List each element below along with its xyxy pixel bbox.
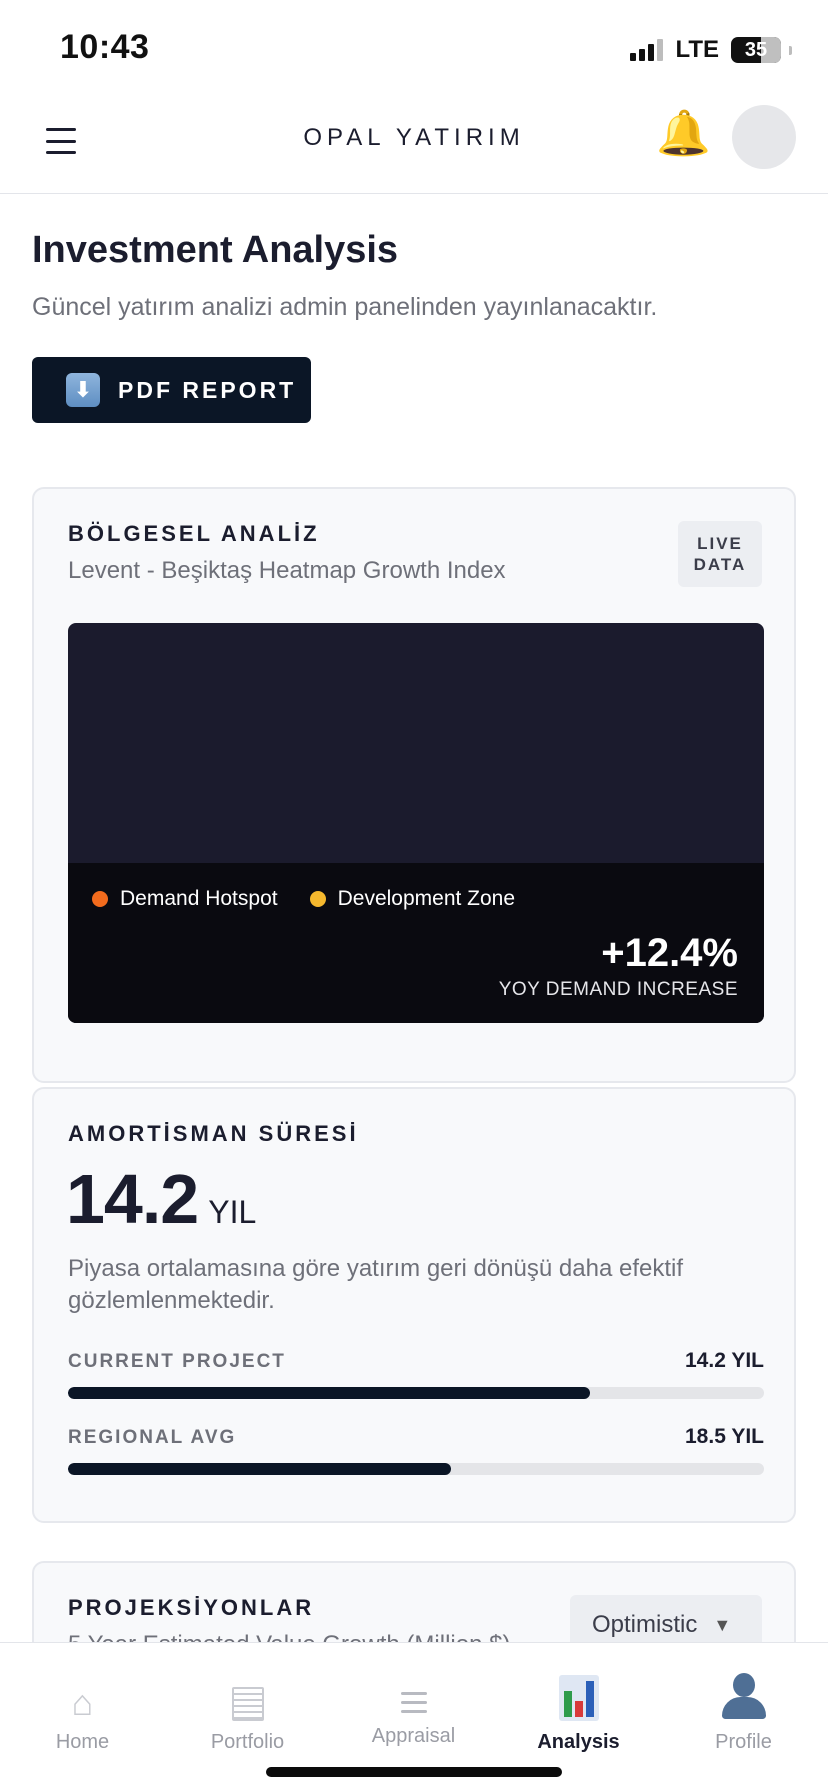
regional-analysis-card: BÖLGESEL ANALİZ Levent - Beşiktaş Heatma…	[32, 487, 796, 1083]
bar-track	[68, 1387, 764, 1399]
bar-label: REGIONAL AVG	[68, 1427, 237, 1448]
badge-line: LIVE	[697, 534, 743, 553]
amortization-value: 14.2 YIL	[66, 1159, 256, 1239]
scenario-select[interactable]: Optimistic ▼	[570, 1595, 762, 1642]
download-icon: ⬇	[66, 373, 100, 407]
pdf-report-button[interactable]: ⬇ PDF REPORT	[32, 357, 311, 423]
legend-label: Demand Hotspot	[120, 887, 278, 910]
bar-value: 14.2 YIL	[685, 1349, 764, 1372]
live-data-badge: LIVE DATA	[678, 521, 762, 587]
badge-line: DATA	[693, 555, 747, 574]
card-subtitle: 5 Year Estimated Value Growth (Million $…	[68, 1631, 510, 1642]
amortization-description: Piyasa ortalamasına göre yatırım geri dö…	[68, 1255, 683, 1314]
portfolio-icon	[231, 1673, 264, 1721]
bar-fill	[68, 1387, 590, 1399]
nav-label: Analysis	[537, 1731, 620, 1753]
appraisal-icon	[400, 1673, 427, 1721]
bar-chart-icon	[558, 1673, 599, 1721]
yoy-stat-value: +12.4%	[601, 931, 738, 975]
network-label: LTE	[675, 36, 719, 63]
heatmap-legend: Demand Hotspot Development Zone	[92, 887, 547, 911]
nav-label: Portfolio	[210, 1731, 285, 1753]
card-eyebrow: BÖLGESEL ANALİZ	[68, 521, 320, 546]
card-eyebrow: PROJEKSİYONLAR	[68, 1595, 315, 1620]
app-header: OPAL YATIRIM 🔔	[0, 96, 828, 194]
amortization-card: AMORTİSMAN SÜRESİ 14.2 YIL Piyasa ortala…	[32, 1087, 796, 1523]
status-time: 10:43	[60, 28, 150, 66]
battery-cap	[789, 45, 792, 55]
status-bar: 10:43 LTE 35	[0, 0, 828, 96]
legend-item: Development Zone	[309, 887, 516, 911]
bar-value: 18.5 YIL	[685, 1425, 764, 1448]
home-indicator	[266, 1767, 562, 1777]
signal-icon	[630, 39, 664, 61]
heatmap[interactable]: Demand Hotspot Development Zone +12.4% Y…	[68, 623, 764, 1023]
amortization-number: 14.2	[66, 1160, 199, 1238]
legend-item: Demand Hotspot	[92, 887, 278, 911]
page-subtitle: Güncel yatırım analizi admin panelinden …	[32, 293, 658, 321]
legend-label: Development Zone	[337, 887, 516, 910]
projections-card: PROJEKSİYONLAR 5 Year Estimated Value Gr…	[32, 1561, 796, 1642]
heatmap-overlay: Demand Hotspot Development Zone +12.4% Y…	[68, 863, 764, 1023]
caret-down-icon: ▼	[713, 1614, 732, 1635]
nav-item-home[interactable]: ⌂ Home	[0, 1643, 165, 1763]
battery-level: 35	[744, 38, 768, 61]
status-indicators: LTE 35	[630, 36, 792, 64]
main-content[interactable]: Investment Analysis Güncel yatırım anali…	[0, 195, 828, 1642]
legend-dot	[92, 891, 108, 907]
bar-label: CURRENT PROJECT	[68, 1351, 286, 1372]
amortization-unit: YIL	[208, 1194, 257, 1230]
nav-label: Home	[55, 1731, 110, 1753]
bar-track	[68, 1463, 764, 1475]
battery-icon: 35	[731, 37, 781, 63]
nav-item-appraisal[interactable]: Appraisal	[331, 1643, 496, 1763]
nav-item-profile[interactable]: Profile	[661, 1643, 826, 1763]
nav-item-portfolio[interactable]: Portfolio	[165, 1643, 330, 1763]
yoy-stat-label: YOY DEMAND INCREASE	[498, 979, 738, 1000]
profile-icon	[720, 1673, 768, 1721]
avatar[interactable]	[732, 105, 796, 169]
card-eyebrow: AMORTİSMAN SÜRESİ	[68, 1121, 359, 1146]
nav-label: Appraisal	[371, 1725, 456, 1747]
nav-label: Profile	[715, 1731, 772, 1753]
scenario-select-value: Optimistic	[592, 1611, 698, 1638]
home-icon: ⌂	[71, 1682, 94, 1723]
bell-icon[interactable]: 🔔	[656, 112, 711, 156]
nav-item-analysis[interactable]: Analysis	[496, 1643, 661, 1763]
page-title: Investment Analysis	[32, 229, 399, 271]
card-subtitle: Levent - Beşiktaş Heatmap Growth Index	[68, 557, 506, 584]
legend-dot	[309, 891, 326, 907]
pdf-report-label: PDF REPORT	[118, 376, 297, 403]
bar-fill	[68, 1463, 451, 1475]
